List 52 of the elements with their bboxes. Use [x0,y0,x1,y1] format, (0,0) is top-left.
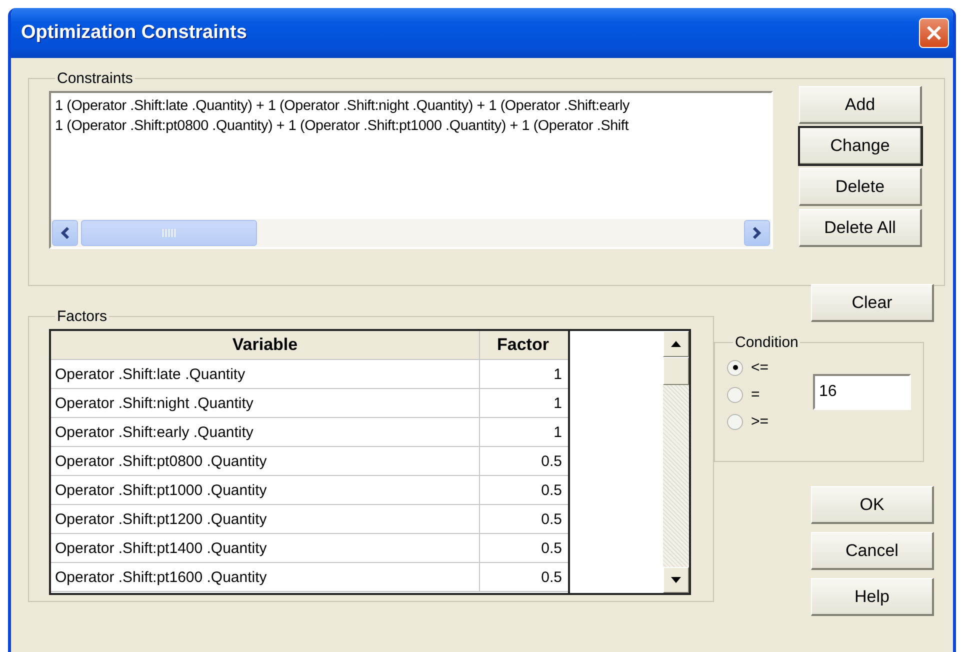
radio-label[interactable]: = [751,386,760,403]
constraints-list[interactable]: 1 (Operator .Shift:late .Quantity) + 1 (Operator .Shift:night .Quantity) + 1 (Operator .Shift:early 1 (Operator .Shift:pt0800 .Quantity) + 1 (Operator .Shift:pt1000 .Quantity) + 1 (Operator .Shift [49,91,773,249]
close-icon [925,24,943,42]
table-cell: Operator .Shift:pt1600 .Quantity [51,563,480,591]
action-button[interactable]: Delete [799,168,922,206]
radio-label[interactable]: <= [751,359,769,376]
dialog-button[interactable]: OK [811,486,934,524]
action-button[interactable]: Add [799,86,922,124]
value-field[interactable]: 16 [813,374,911,410]
table-cell: Operator .Shift:early .Quantity [51,418,480,446]
table-cell: Operator .Shift:pt1400 .Quantity [51,534,480,562]
table-cell: Operator .Shift:late .Quantity [51,360,480,388]
group-label: Condition [734,334,800,351]
vertical-scrollbar[interactable] [663,331,689,593]
table-cell: Operator .Shift:pt0800 .Quantity [51,447,480,475]
action-button[interactable]: Delete All [799,209,922,247]
table-cell-text: 1 [552,422,563,442]
scroll-up-button[interactable] [663,331,689,357]
close-button[interactable] [919,18,949,48]
scroll-down-button[interactable] [663,567,689,593]
column-header[interactable]: Variable [51,331,480,359]
dialog-button[interactable]: Help [811,578,934,616]
radio-button[interactable] [727,386,743,402]
radio-label[interactable]: >= [751,413,769,430]
group-label: Constraints [56,70,134,87]
up-arrow-icon [670,340,682,348]
down-arrow-icon [670,576,682,584]
table-cell-text: 0.5 [540,480,563,500]
list-item[interactable]: 1 (Operator .Shift:late .Quantity) + 1 (Operator .Shift:night .Quantity) + 1 (Operator .Shift:early [55,96,767,116]
clear-button[interactable]: Clear [811,284,934,322]
list-item[interactable]: 1 (Operator .Shift:pt0800 .Quantity) + 1 (Operator .Shift:pt1000 .Quantity) + 1 (Operator .Shift [55,116,767,136]
table-cell: Operator .Shift:pt1000 .Quantity [51,476,480,504]
window-title: Optimization Constraints [21,22,247,44]
column-header[interactable]: Factor [480,331,566,359]
horizontal-scrollbar[interactable] [51,219,771,247]
table-cell-text: 0.5 [540,510,563,530]
change-button[interactable]: Change [799,127,922,165]
table-cell-text: 0.5 [540,538,563,558]
radio-button[interactable] [727,360,743,376]
table-cell-text: 0.5 [540,452,563,472]
scroll-left-button[interactable] [52,220,78,246]
table-cell-text: 1 [552,394,563,414]
scroll-thumb[interactable] [81,220,257,246]
table-cell-text: 0.5 [540,568,563,588]
dialog-button[interactable]: Cancel [811,532,934,570]
table-cell-text: 1 [552,364,563,384]
table-cell: Operator .Shift:night .Quantity [51,389,480,417]
scroll-right-button[interactable] [744,220,770,246]
table-cell: Operator .Shift:pt1200 .Quantity [51,505,480,533]
group-label: Factors [56,308,108,325]
radio-button[interactable] [727,414,743,430]
grip-icon [162,229,176,237]
